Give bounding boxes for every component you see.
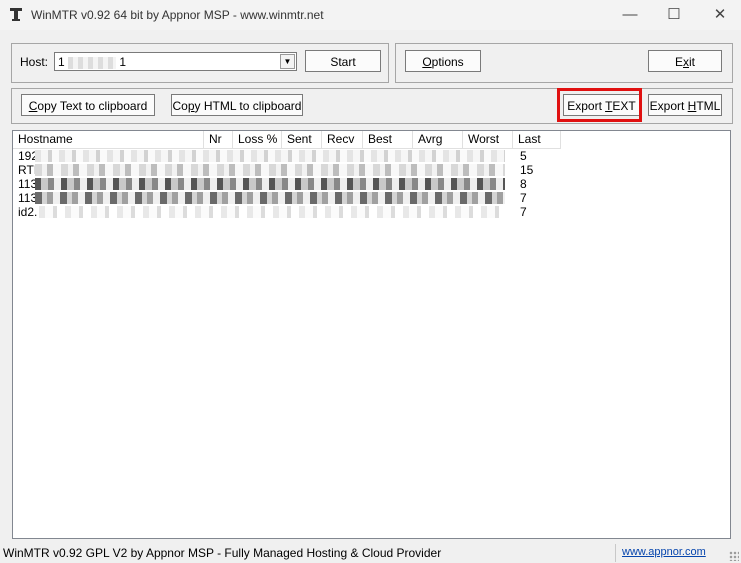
minimize-button[interactable]: —	[607, 0, 653, 30]
table-row[interactable]: 113 7	[13, 191, 730, 205]
close-button[interactable]: ✕	[697, 0, 741, 30]
pixelated-region	[35, 150, 505, 162]
last-cell: 7	[520, 191, 527, 205]
status-separator	[615, 544, 616, 562]
copy-html-button[interactable]: Copy HTML to clipboard	[171, 94, 303, 116]
column-header-worst[interactable]: Worst	[463, 131, 513, 148]
copy-text-button[interactable]: Copy Text to clipboard	[21, 94, 155, 116]
chevron-down-icon: ▼	[283, 57, 292, 66]
status-bar: WinMTR v0.92 GPL V2 by Appnor MSP - Full…	[0, 543, 741, 563]
pixelated-region	[35, 192, 505, 204]
window-title: WinMTR v0.92 64 bit by Appnor MSP - www.…	[31, 8, 324, 22]
column-header-hostname[interactable]: Hostname	[13, 131, 204, 148]
last-cell: 8	[520, 177, 527, 191]
host-label: Host:	[20, 55, 49, 69]
close-icon: ✕	[713, 6, 727, 23]
resize-grip-icon[interactable]	[729, 551, 739, 561]
title-bar: WinMTR v0.92 64 bit by Appnor MSP - www.…	[0, 0, 741, 30]
export-html-button[interactable]: Export HTML	[648, 94, 722, 116]
column-header-best[interactable]: Best	[363, 131, 413, 148]
column-header-nr[interactable]: Nr	[204, 131, 233, 148]
last-cell: 5	[520, 149, 527, 163]
column-header-recv[interactable]: Recv	[322, 131, 363, 148]
table-row[interactable]: 192 5	[13, 149, 730, 163]
hostname-cell: id2.	[18, 205, 38, 219]
column-header-sent[interactable]: Sent	[282, 131, 322, 148]
maximize-button[interactable]: ☐	[651, 0, 697, 30]
appnor-link[interactable]: www.appnor.com	[622, 546, 706, 558]
maximize-icon: ☐	[667, 6, 681, 23]
app-icon	[10, 8, 22, 21]
host-dropdown-button[interactable]: ▼	[280, 54, 295, 69]
pixelated-region	[39, 206, 505, 218]
column-header-last[interactable]: Last	[513, 131, 561, 148]
host-combobox[interactable]: 1 1 ▼	[54, 52, 297, 71]
last-cell: 15	[520, 163, 534, 177]
pixelated-region	[35, 178, 505, 190]
exit-button[interactable]: Exit	[648, 50, 722, 72]
table-row[interactable]: id2. 7	[13, 205, 730, 219]
last-cell: 7	[520, 205, 527, 219]
table-row[interactable]: RTI 15	[13, 163, 730, 177]
status-text: WinMTR v0.92 GPL V2 by Appnor MSP - Full…	[3, 546, 442, 560]
table-row[interactable]: 113 8	[13, 177, 730, 191]
pixelated-region	[35, 164, 505, 176]
highlight-box	[557, 88, 642, 122]
host-input-value: 1 1	[58, 55, 127, 69]
results-listview[interactable]: Hostname Nr Loss % Sent Recv Best Avrg W…	[12, 130, 731, 539]
column-header-loss[interactable]: Loss %	[233, 131, 282, 148]
minimize-icon: —	[622, 6, 638, 23]
options-button[interactable]: Options	[405, 50, 481, 72]
column-header-avrg[interactable]: Avrg	[413, 131, 463, 148]
start-button[interactable]: Start	[305, 50, 381, 72]
